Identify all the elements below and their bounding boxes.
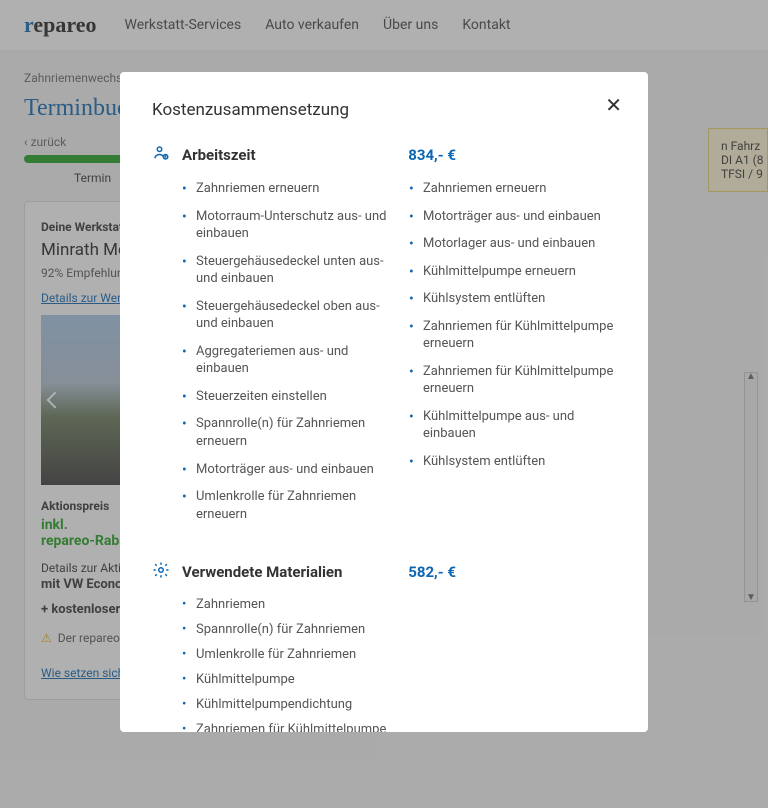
list-item: Zahnriemen erneuern xyxy=(409,180,616,198)
materials-title: Verwendete Materialien xyxy=(182,563,398,581)
list-item: Umlenkrolle für Zahnriemen erneuern xyxy=(182,488,389,523)
list-item: Kühlmittelpumpe xyxy=(182,672,616,687)
gear-icon xyxy=(152,561,172,583)
list-item: Zahnriemen für Kühlmittelpumpe xyxy=(182,722,616,732)
work-price: 834,- € xyxy=(408,146,456,164)
list-item: Steuerzeiten einstellen xyxy=(182,388,389,406)
list-item: Zahnriemen für Kühlmittelpumpe erneuern xyxy=(409,318,616,353)
list-item: Kühlsystem entlüften xyxy=(409,290,616,308)
modal-overlay[interactable]: ✕ Kostenzusammensetzung Arbeitszeit 834,… xyxy=(0,0,768,808)
list-item: Motorträger aus- und einbauen xyxy=(409,208,616,226)
list-item: Kühlmittelpumpe erneuern xyxy=(409,263,616,281)
list-item: Spannrolle(n) für Zahnriemen erneuern xyxy=(182,415,389,450)
materials-price: 582,- € xyxy=(408,563,456,581)
list-item: Kühlmittelpumpe aus- und einbauen xyxy=(409,408,616,443)
work-items-columns: Zahnriemen erneuern Motorraum-Unterschutz… xyxy=(182,180,616,533)
list-item: Motorlager aus- und einbauen xyxy=(409,235,616,253)
list-item: Umlenkrolle für Zahnriemen xyxy=(182,647,616,662)
cost-modal: ✕ Kostenzusammensetzung Arbeitszeit 834,… xyxy=(120,72,648,732)
list-item: Zahnriemen xyxy=(182,597,616,612)
list-item: Kühlmittelpumpendichtung xyxy=(182,697,616,712)
list-item: Steuergehäusedeckel oben aus- und einbau… xyxy=(182,298,389,333)
list-item: Steuergehäusedeckel unten aus- und einba… xyxy=(182,253,389,288)
list-item: Zahnriemen für Kühlmittelpumpe erneuern xyxy=(409,363,616,398)
section-work-header: Arbeitszeit 834,- € xyxy=(152,144,616,166)
list-item: Spannrolle(n) für Zahnriemen xyxy=(182,622,616,637)
list-item: Aggregateriemen aus- und einbauen xyxy=(182,343,389,378)
list-item: Motorträger aus- und einbauen xyxy=(182,461,389,479)
list-item: Zahnriemen erneuern xyxy=(182,180,389,198)
work-title: Arbeitszeit xyxy=(182,146,398,164)
section-materials-header: Verwendete Materialien 582,- € xyxy=(152,561,616,583)
close-button[interactable]: ✕ xyxy=(605,96,622,116)
materials-items: Zahnriemen Spannrolle(n) für Zahnriemen Um… xyxy=(182,597,616,732)
list-item: Kühlsystem entlüften xyxy=(409,453,616,471)
list-item: Motorraum-Unterschutz aus- und einbauen xyxy=(182,208,389,243)
person-icon xyxy=(152,144,172,166)
modal-title: Kostenzusammensetzung xyxy=(152,100,616,120)
